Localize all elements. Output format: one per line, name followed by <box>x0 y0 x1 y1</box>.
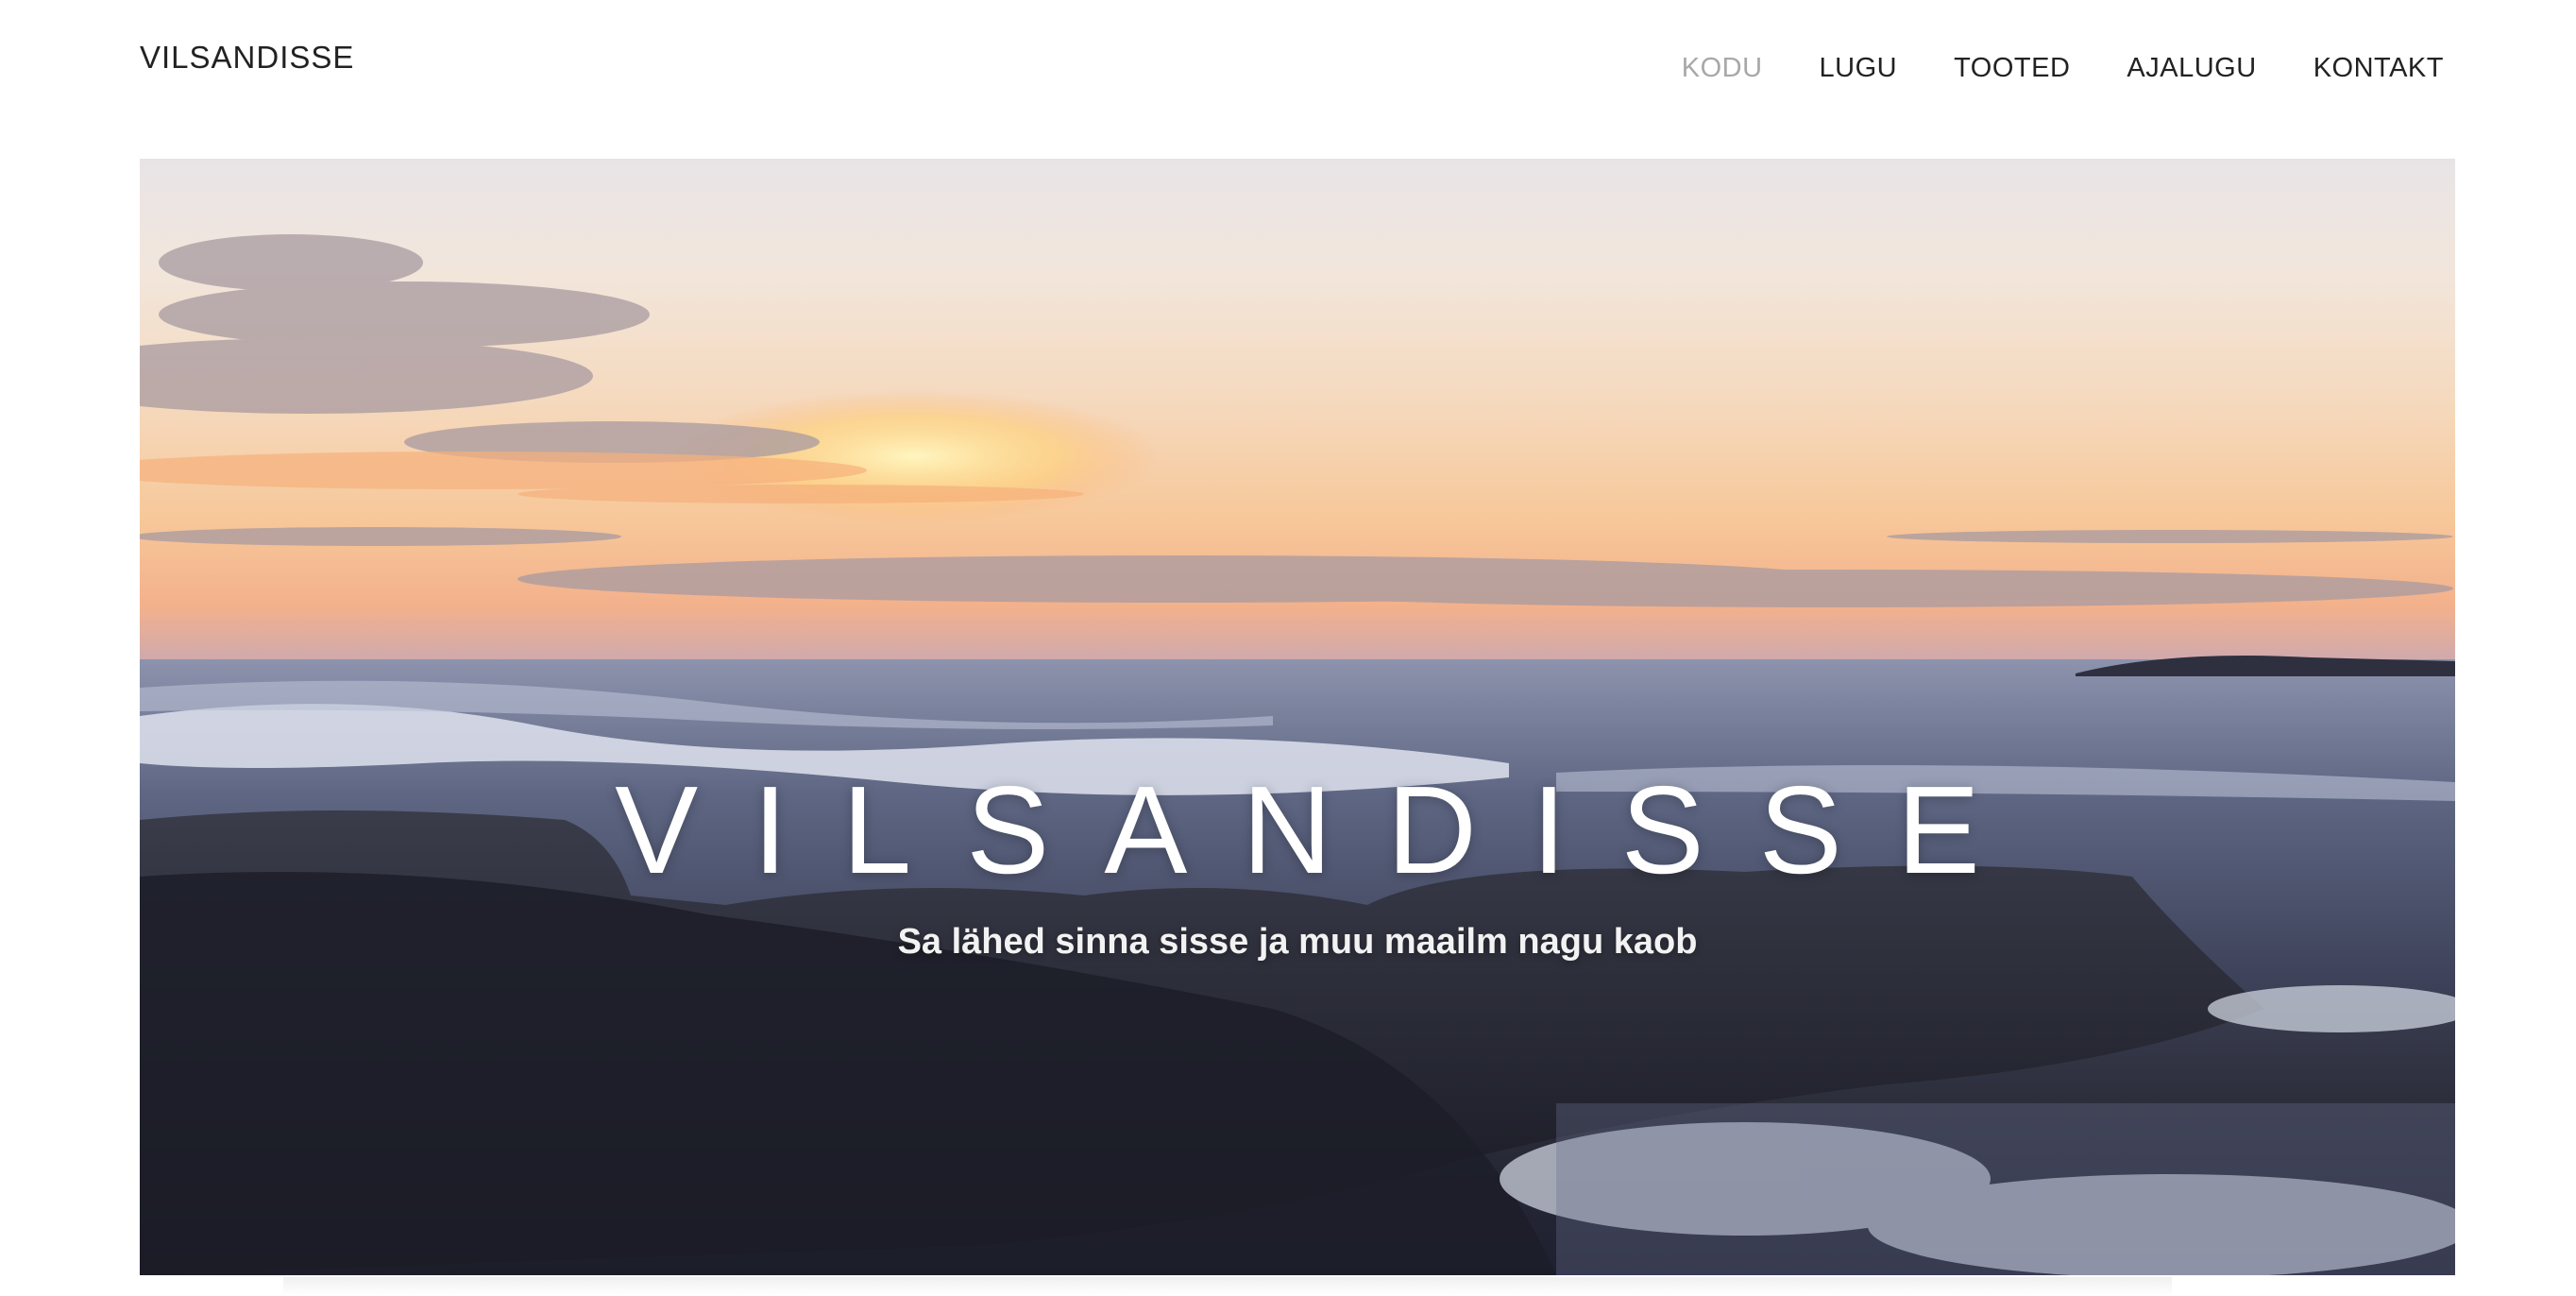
nav-item-kontakt[interactable]: KONTAKT <box>2313 53 2444 84</box>
nav-item-kodu[interactable]: KODU <box>1682 53 1763 84</box>
hero-banner: VILSANDISSE Sa lähed sinna sisse ja muu … <box>140 159 2455 1275</box>
site-logo[interactable]: VILSANDISSE <box>140 40 354 76</box>
hero-seascape-image <box>140 234 2455 1275</box>
main-nav: KODU LUGU TOOTED AJALUGU KONTAKT <box>1682 53 2444 84</box>
section-divider <box>283 1277 2172 1296</box>
nav-item-tooted[interactable]: TOOTED <box>1954 53 2070 84</box>
hero-subtitle: Sa lähed sinna sisse ja muu maailm nagu … <box>897 922 1698 962</box>
nav-item-lugu[interactable]: LUGU <box>1820 53 1898 84</box>
nav-item-ajalugu[interactable]: AJALUGU <box>2127 53 2256 84</box>
hero-title: VILSANDISSE <box>615 760 2035 899</box>
